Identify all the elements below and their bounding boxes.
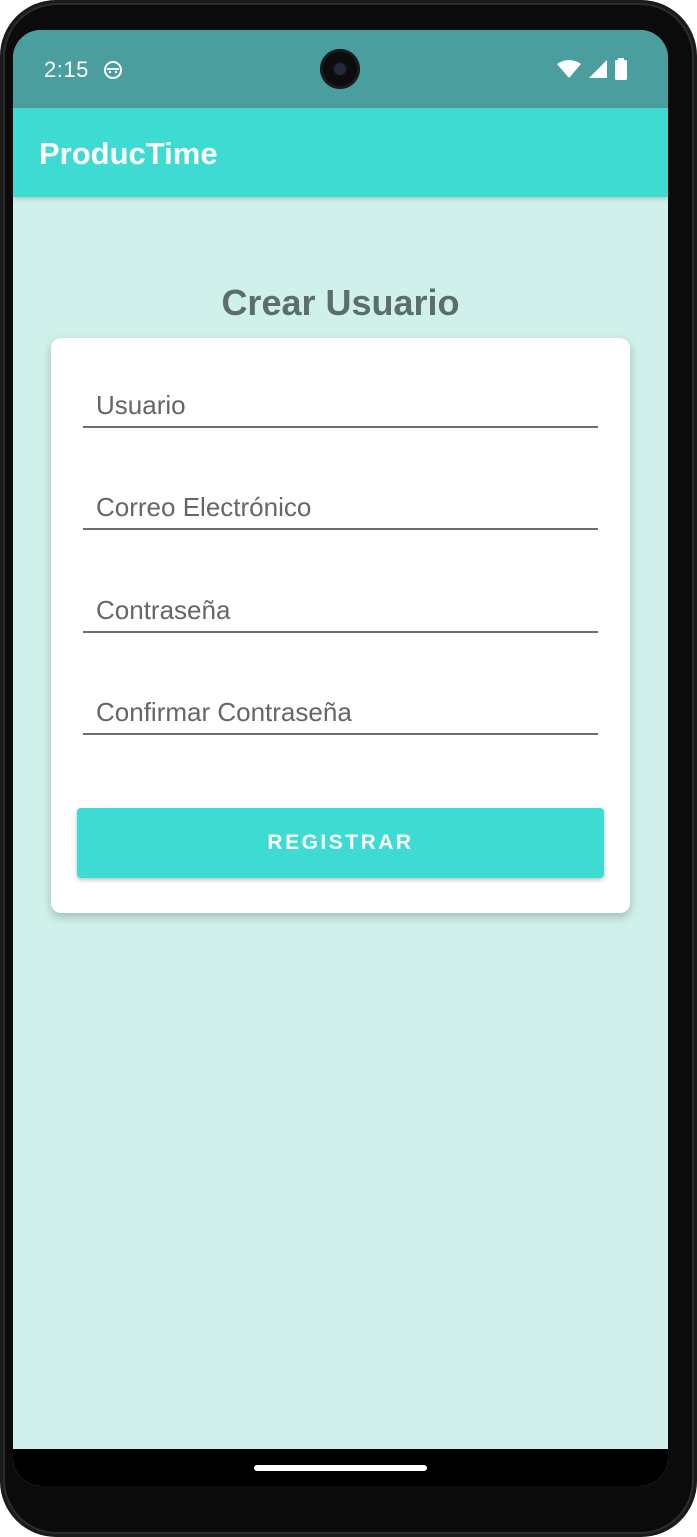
home-gesture-bar[interactable] <box>254 1465 427 1471</box>
status-time: 2:15 <box>44 57 89 82</box>
wifi-icon <box>557 60 581 78</box>
front-camera <box>320 49 360 89</box>
email-input[interactable] <box>83 480 598 528</box>
signal-icon <box>589 60 607 78</box>
username-input[interactable] <box>83 378 598 426</box>
app-bar: ProducTime <box>13 108 668 197</box>
password-field <box>83 583 598 633</box>
username-field <box>83 378 598 428</box>
screen: 2:15 ProducTime Crear Usuario Usuario Co… <box>13 30 668 1486</box>
confirm-password-input[interactable] <box>83 685 598 733</box>
battery-icon <box>615 58 627 80</box>
page-heading: Crear Usuario <box>221 282 460 323</box>
android-debug-icon <box>104 61 122 79</box>
navigation-bar <box>13 1449 668 1486</box>
status-bar: 2:15 <box>13 30 668 108</box>
registration-card: REGISTRAR <box>51 338 630 913</box>
status-icons <box>556 58 628 80</box>
password-input[interactable] <box>83 583 598 631</box>
app-title: ProducTime <box>39 136 218 171</box>
phone-frame: 2:15 ProducTime Crear Usuario Usuario Co… <box>0 0 697 1537</box>
confirm-password-field <box>83 685 598 735</box>
register-button[interactable]: REGISTRAR <box>77 808 604 878</box>
email-field <box>83 480 598 530</box>
